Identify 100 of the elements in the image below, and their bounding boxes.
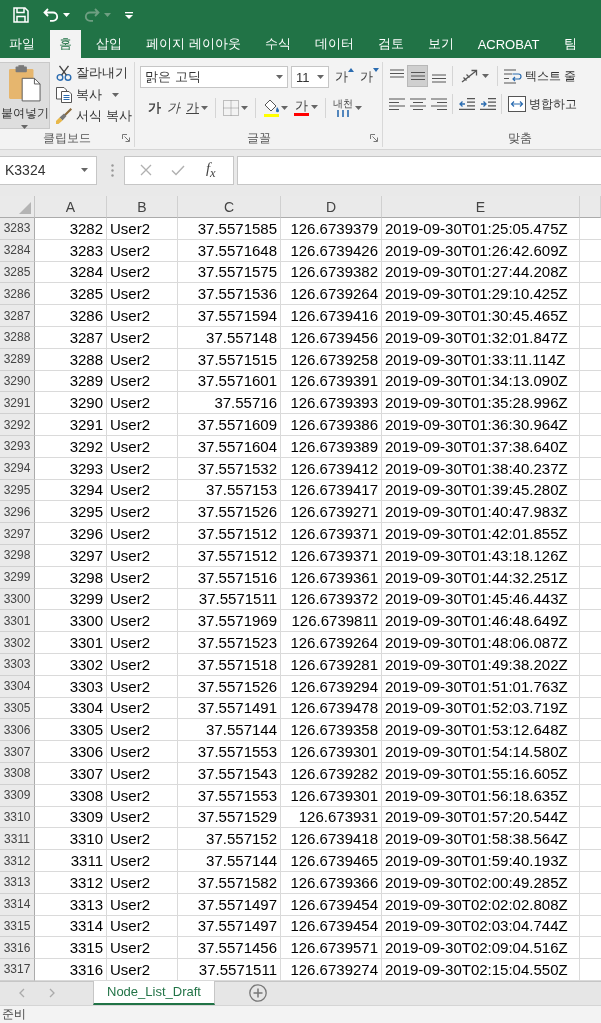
row-header[interactable]: 3314 bbox=[0, 893, 35, 916]
check-icon[interactable] bbox=[171, 164, 186, 176]
row-header[interactable]: 3317 bbox=[0, 959, 35, 981]
row-header[interactable]: 3290 bbox=[0, 370, 35, 393]
table-cell: 3313 bbox=[35, 893, 107, 916]
table-cell: 3293 bbox=[35, 457, 107, 480]
row-header[interactable]: 3303 bbox=[0, 653, 35, 676]
row-header[interactable]: 3304 bbox=[0, 675, 35, 698]
phonetic-guide-button[interactable]: 내천 bbox=[331, 96, 364, 119]
row-header[interactable]: 3302 bbox=[0, 632, 35, 654]
column-header[interactable]: A bbox=[35, 196, 107, 218]
column-header[interactable]: B bbox=[107, 196, 178, 218]
table-cell: 126.6739282 bbox=[281, 762, 382, 785]
row-header[interactable]: 3292 bbox=[0, 414, 35, 436]
row-header[interactable]: 3295 bbox=[0, 479, 35, 502]
grow-font-button[interactable]: 가 bbox=[334, 68, 355, 86]
table-cell: 126.6739264 bbox=[281, 283, 382, 306]
wrap-text-button[interactable]: 텍스트 줄 bbox=[503, 65, 578, 87]
row-header[interactable]: 3286 bbox=[0, 283, 35, 306]
customize-button[interactable] bbox=[124, 9, 134, 21]
row-header[interactable]: 3305 bbox=[0, 697, 35, 720]
row-header[interactable]: 3288 bbox=[0, 327, 35, 349]
row-header[interactable]: 3296 bbox=[0, 501, 35, 524]
row-header[interactable]: 3315 bbox=[0, 915, 35, 938]
name-box[interactable]: K3324 bbox=[0, 155, 97, 185]
font-color-button[interactable]: 가 bbox=[292, 96, 320, 119]
ribbon-tab[interactable]: 팀 bbox=[554, 30, 586, 58]
table-cell: 37.5571609 bbox=[178, 414, 281, 436]
row-header[interactable]: 3287 bbox=[0, 305, 35, 327]
row-header[interactable]: 3309 bbox=[0, 784, 35, 807]
row-header[interactable]: 3312 bbox=[0, 850, 35, 872]
table-cell: 2019-09-30T01:34:13.090Z bbox=[382, 370, 580, 393]
table-cell: User2 bbox=[107, 828, 178, 851]
column-header[interactable]: C bbox=[178, 196, 281, 218]
ribbon-tab[interactable]: 파일 bbox=[0, 30, 44, 58]
row-header[interactable]: 3293 bbox=[0, 435, 35, 458]
align-middle-button[interactable] bbox=[407, 65, 428, 87]
paste-button[interactable]: 붙여넣기 bbox=[0, 62, 51, 129]
row-header[interactable]: 3308 bbox=[0, 762, 35, 785]
ribbon-tab[interactable]: 검토 bbox=[368, 30, 413, 58]
row-header[interactable]: 3307 bbox=[0, 741, 35, 763]
row-header[interactable]: 3283 bbox=[0, 218, 35, 240]
save-button[interactable] bbox=[12, 5, 30, 25]
merge-center-button[interactable]: 병합하고 bbox=[507, 93, 578, 115]
table-cell: User2 bbox=[107, 544, 178, 567]
italic-button[interactable]: 가 bbox=[165, 96, 182, 119]
shrink-font-button[interactable]: 가 bbox=[359, 68, 380, 86]
formula-input[interactable] bbox=[237, 155, 601, 185]
column-header[interactable]: E bbox=[382, 196, 580, 218]
ribbon-tab[interactable]: 페이지 레이아웃 bbox=[137, 30, 250, 58]
ribbon-tab[interactable]: ACROBAT bbox=[468, 30, 549, 58]
ribbon-tab[interactable]: 보기 bbox=[418, 30, 463, 58]
ribbon-tab[interactable]: 홈 bbox=[50, 30, 81, 58]
table-cell: 3303 bbox=[35, 675, 107, 698]
table-cell: User2 bbox=[107, 348, 178, 371]
table-cell: 3312 bbox=[35, 871, 107, 894]
column-header[interactable]: D bbox=[281, 196, 382, 218]
plus-circle-icon[interactable] bbox=[248, 984, 267, 1003]
ribbon-tab[interactable]: 삽입 bbox=[87, 30, 131, 58]
corner-arrow-icon[interactable] bbox=[370, 134, 378, 142]
table-cell: 37.5571575 bbox=[178, 261, 281, 284]
row-header[interactable]: 3291 bbox=[0, 392, 35, 415]
table-cell: 126.6739379 bbox=[281, 218, 382, 240]
row-header[interactable]: 3297 bbox=[0, 523, 35, 545]
insert-function-button[interactable]: f$_{x}$ bbox=[203, 160, 218, 180]
underline-button[interactable]: 가 bbox=[184, 96, 210, 119]
copy-button[interactable]: 복사 bbox=[54, 83, 134, 106]
row-header[interactable]: 3301 bbox=[0, 610, 35, 633]
row-header[interactable]: 3298 bbox=[0, 544, 35, 567]
row-header[interactable]: 3310 bbox=[0, 806, 35, 829]
undo-button[interactable] bbox=[42, 6, 71, 24]
row-header[interactable]: 3294 bbox=[0, 457, 35, 480]
row-header[interactable]: 3284 bbox=[0, 239, 35, 262]
row-header[interactable]: 3313 bbox=[0, 871, 35, 894]
format-painter-button[interactable]: 서식 복사 bbox=[54, 105, 134, 127]
row-header[interactable]: 3285 bbox=[0, 261, 35, 284]
row-header[interactable]: 3306 bbox=[0, 719, 35, 742]
sheet-tab[interactable]: Node_List_Draft bbox=[93, 980, 215, 1005]
borders-button[interactable] bbox=[221, 97, 250, 118]
paint-bucket-icon bbox=[263, 98, 279, 113]
table-cell: 2019-09-30T01:58:38.564Z bbox=[382, 828, 580, 851]
font-size-field[interactable]: 11 bbox=[291, 66, 329, 88]
table-cell: User2 bbox=[107, 588, 178, 611]
cut-button[interactable]: 잘라내기 bbox=[54, 62, 134, 84]
table-cell: 37.5571969 bbox=[178, 610, 281, 633]
table-cell: 126.6739412 bbox=[281, 457, 382, 480]
row-header[interactable]: 3316 bbox=[0, 937, 35, 960]
table-cell: 37.5571511 bbox=[178, 588, 281, 611]
row-header[interactable]: 3289 bbox=[0, 348, 35, 371]
row-header[interactable]: 3311 bbox=[0, 828, 35, 851]
font-name-field[interactable]: 맑은 고딕 bbox=[140, 66, 288, 88]
corner-arrow-icon[interactable] bbox=[122, 134, 130, 142]
table-cell: 3309 bbox=[35, 806, 107, 829]
ribbon-tab[interactable]: 데이터 bbox=[305, 30, 363, 58]
ribbon-tab[interactable]: 수식 bbox=[255, 30, 300, 58]
table-cell: 3288 bbox=[35, 348, 107, 371]
bold-button[interactable]: 가 bbox=[146, 96, 163, 119]
row-header[interactable]: 3300 bbox=[0, 588, 35, 611]
row-header[interactable]: 3299 bbox=[0, 566, 35, 589]
table-cell: 126.6739371 bbox=[281, 544, 382, 567]
